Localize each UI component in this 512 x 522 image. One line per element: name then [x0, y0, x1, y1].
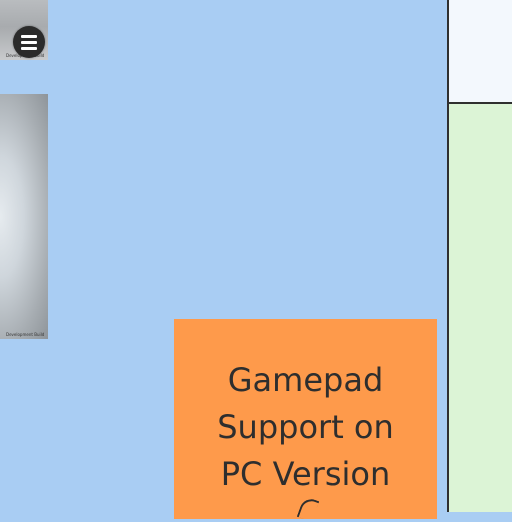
- sticky-note-text: Gamepad Support on PC Version: [217, 361, 394, 493]
- hamburger-menu-icon: [21, 47, 37, 50]
- thumbnail-caption: Development Build: [6, 332, 45, 337]
- hamburger-menu-icon: [21, 41, 37, 44]
- menu-button[interactable]: [13, 26, 45, 58]
- side-panel-top[interactable]: [449, 0, 512, 102]
- sticky-note[interactable]: Gamepad Support on PC Version: [174, 319, 437, 519]
- side-panel-bottom[interactable]: [449, 104, 512, 512]
- hamburger-menu-icon: [21, 35, 37, 38]
- screenshot-thumbnail-middle[interactable]: Development Build: [0, 94, 48, 339]
